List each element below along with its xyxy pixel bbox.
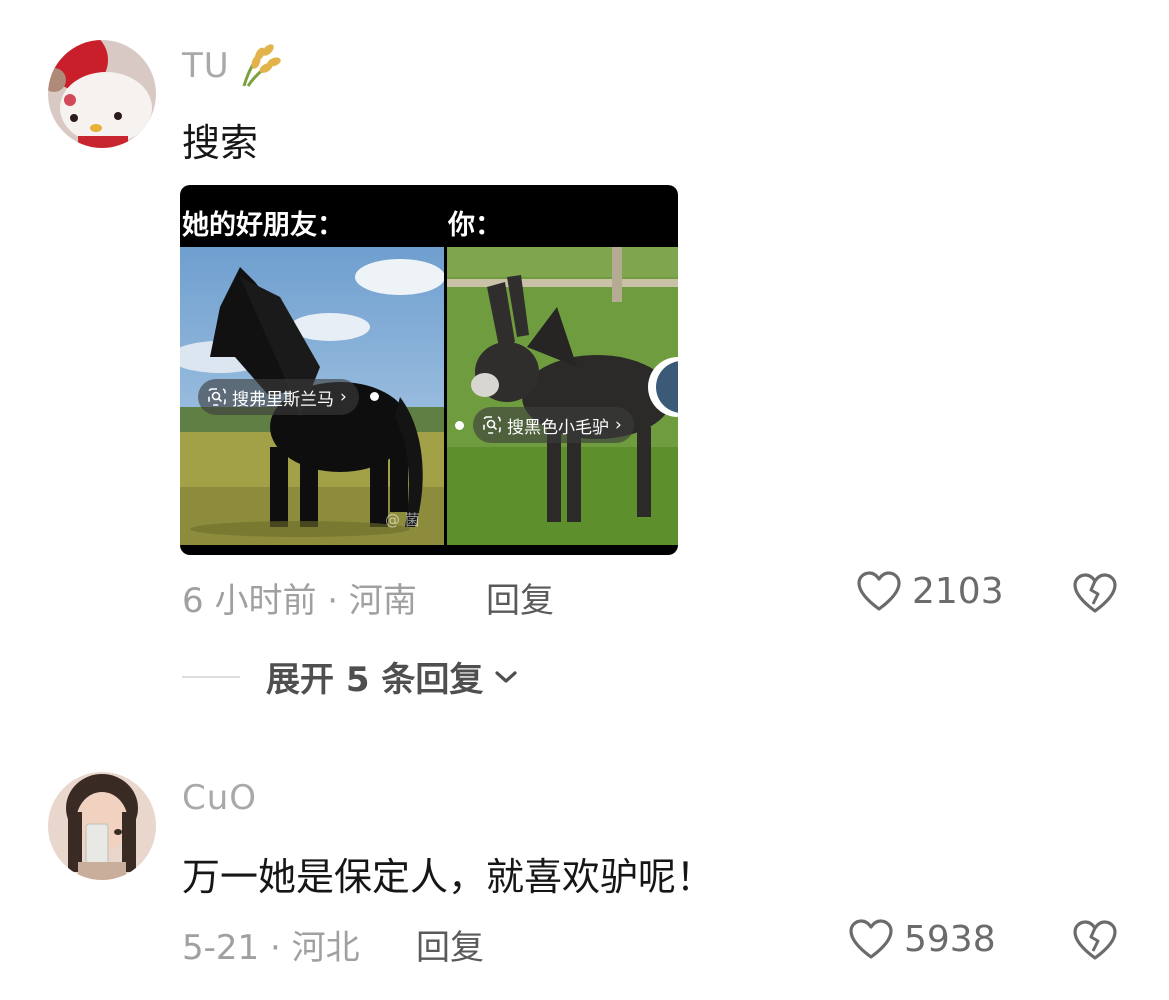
like-button[interactable]: 5938 bbox=[848, 918, 996, 960]
tag-label: 搜黑色小毛驴 bbox=[507, 417, 609, 438]
expand-replies-label: 展开 5 条回复 bbox=[266, 660, 484, 700]
heart-icon bbox=[849, 919, 893, 959]
chevron-down-icon bbox=[495, 670, 517, 683]
username[interactable]: TU bbox=[182, 44, 284, 88]
donkey-photo: 搜黑色小毛驴 › bbox=[447, 247, 678, 545]
avatar[interactable] bbox=[48, 40, 156, 148]
tag-label: 搜弗里斯兰马 bbox=[232, 389, 334, 410]
right-caption: 你： bbox=[448, 210, 502, 241]
image-search-icon bbox=[483, 416, 501, 434]
anchor-dot bbox=[370, 392, 379, 401]
avatar[interactable] bbox=[48, 772, 156, 880]
dislike-button[interactable] bbox=[1072, 919, 1118, 965]
rice-emoji-icon bbox=[242, 44, 281, 87]
search-horse-tag[interactable]: 搜弗里斯兰马 › bbox=[198, 379, 359, 415]
comment-time-location: 5-21 · 河北 bbox=[182, 928, 360, 968]
horse-photo: 搜弗里斯兰马 › @ 菌 bbox=[180, 247, 444, 545]
like-count: 2103 bbox=[912, 570, 1004, 612]
left-caption: 她的好朋友： bbox=[182, 210, 344, 241]
search-donkey-tag[interactable]: 搜黑色小毛驴 › bbox=[473, 407, 634, 443]
chevron-right-icon: › bbox=[340, 387, 347, 407]
broken-heart-icon bbox=[1073, 573, 1117, 613]
reply-button[interactable]: 回复 bbox=[486, 573, 554, 622]
username-text: TU bbox=[182, 46, 230, 86]
heart-icon bbox=[857, 571, 901, 611]
broken-heart-icon bbox=[1073, 920, 1117, 960]
girl-selfie-avatar-image bbox=[48, 772, 156, 880]
chevron-right-icon: › bbox=[615, 415, 622, 435]
comment-text: 搜索 bbox=[182, 121, 259, 165]
black-donkey-image bbox=[447, 247, 678, 545]
hello-kitty-avatar-image bbox=[48, 40, 156, 148]
comment-image[interactable]: 她的好朋友： 你： 搜弗里斯兰马 › @ 菌 搜黑色小毛驴 › bbox=[180, 185, 678, 555]
like-button[interactable]: 2103 bbox=[856, 570, 1004, 612]
dislike-button[interactable] bbox=[1072, 572, 1118, 618]
image-search-icon bbox=[208, 388, 226, 406]
comment-text: 万一她是保定人，就喜欢驴呢！ bbox=[182, 855, 715, 899]
expand-replies-button[interactable]: 展开 5 条回复 bbox=[182, 652, 519, 701]
divider-line bbox=[182, 675, 240, 678]
watermark: @ 菌 bbox=[385, 511, 420, 529]
comment-time-location: 6 小时前 · 河南 bbox=[182, 581, 417, 621]
username[interactable]: CuO bbox=[182, 778, 257, 818]
like-count: 5938 bbox=[904, 918, 996, 960]
anchor-dot bbox=[455, 421, 464, 430]
reply-button[interactable]: 回复 bbox=[416, 920, 484, 969]
